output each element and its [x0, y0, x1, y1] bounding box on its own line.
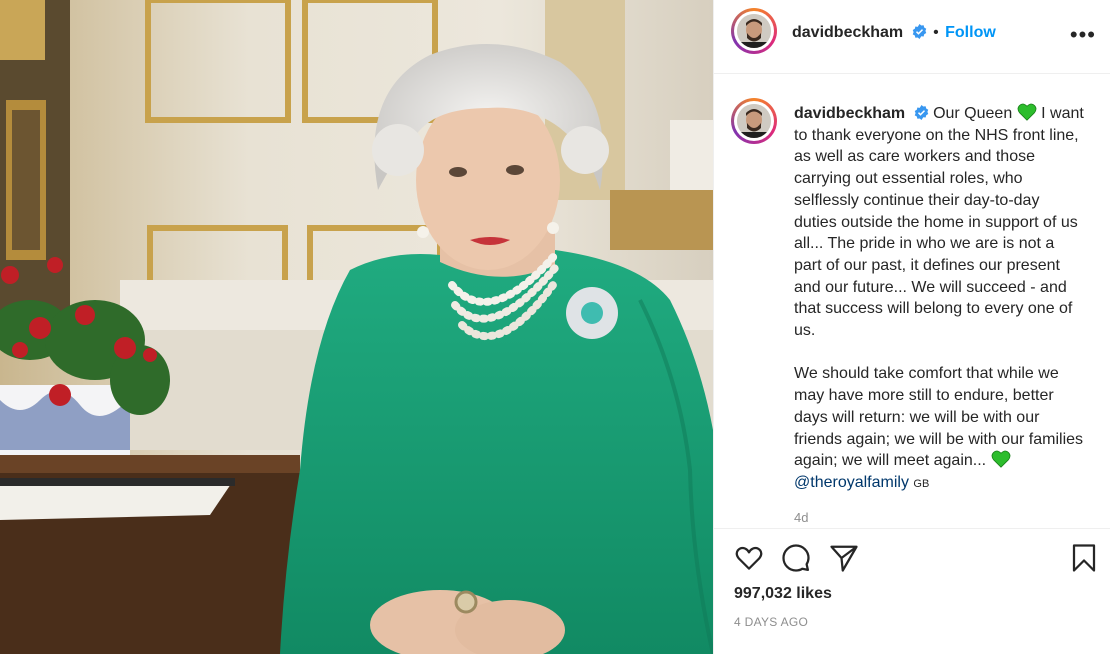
caption-avatar[interactable] — [731, 98, 777, 144]
post-image — [0, 0, 713, 654]
verified-icon — [914, 105, 928, 120]
share-icon[interactable] — [829, 543, 859, 573]
follow-button[interactable]: Follow — [945, 24, 996, 41]
post-photo — [0, 0, 713, 654]
post-caption: davidbeckham Our Queen I want to thank e… — [794, 103, 1086, 496]
bookmark-icon[interactable] — [1070, 543, 1098, 573]
mention-link[interactable]: @theroyalfamily — [794, 474, 909, 491]
avatar-photo — [737, 14, 771, 48]
post-panel: davidbeckham • Follow ••• davidbeckham O… — [713, 0, 1110, 654]
heart-icon[interactable] — [734, 543, 764, 573]
comment-icon[interactable] — [781, 543, 811, 573]
post-header: davidbeckham • Follow ••• — [714, 0, 1110, 74]
mention-suffix: GB — [913, 477, 930, 490]
caption-paragraph-1: I want to thank everyone on the NHS fron… — [794, 105, 1084, 340]
post-age[interactable]: 4d — [794, 510, 808, 525]
likes-count[interactable]: 997,032 likes — [734, 585, 832, 603]
post-date: 4 DAYS AGO — [734, 615, 809, 629]
verified-icon — [912, 24, 926, 39]
caption-intro: Our Queen — [933, 105, 1013, 122]
more-icon[interactable]: ••• — [1070, 22, 1096, 48]
action-bar: 997,032 likes 4 DAYS AGO — [714, 528, 1110, 655]
avatar[interactable] — [731, 8, 777, 54]
caption-paragraph-2: We should take comfort that while we may… — [794, 365, 1084, 470]
green-heart-emoji — [1017, 103, 1037, 121]
caption-username[interactable]: davidbeckham — [794, 105, 905, 122]
avatar-photo — [737, 104, 771, 138]
green-heart-emoji — [991, 450, 1010, 468]
separator-dot: • — [933, 24, 939, 41]
username[interactable]: davidbeckham — [792, 24, 903, 41]
